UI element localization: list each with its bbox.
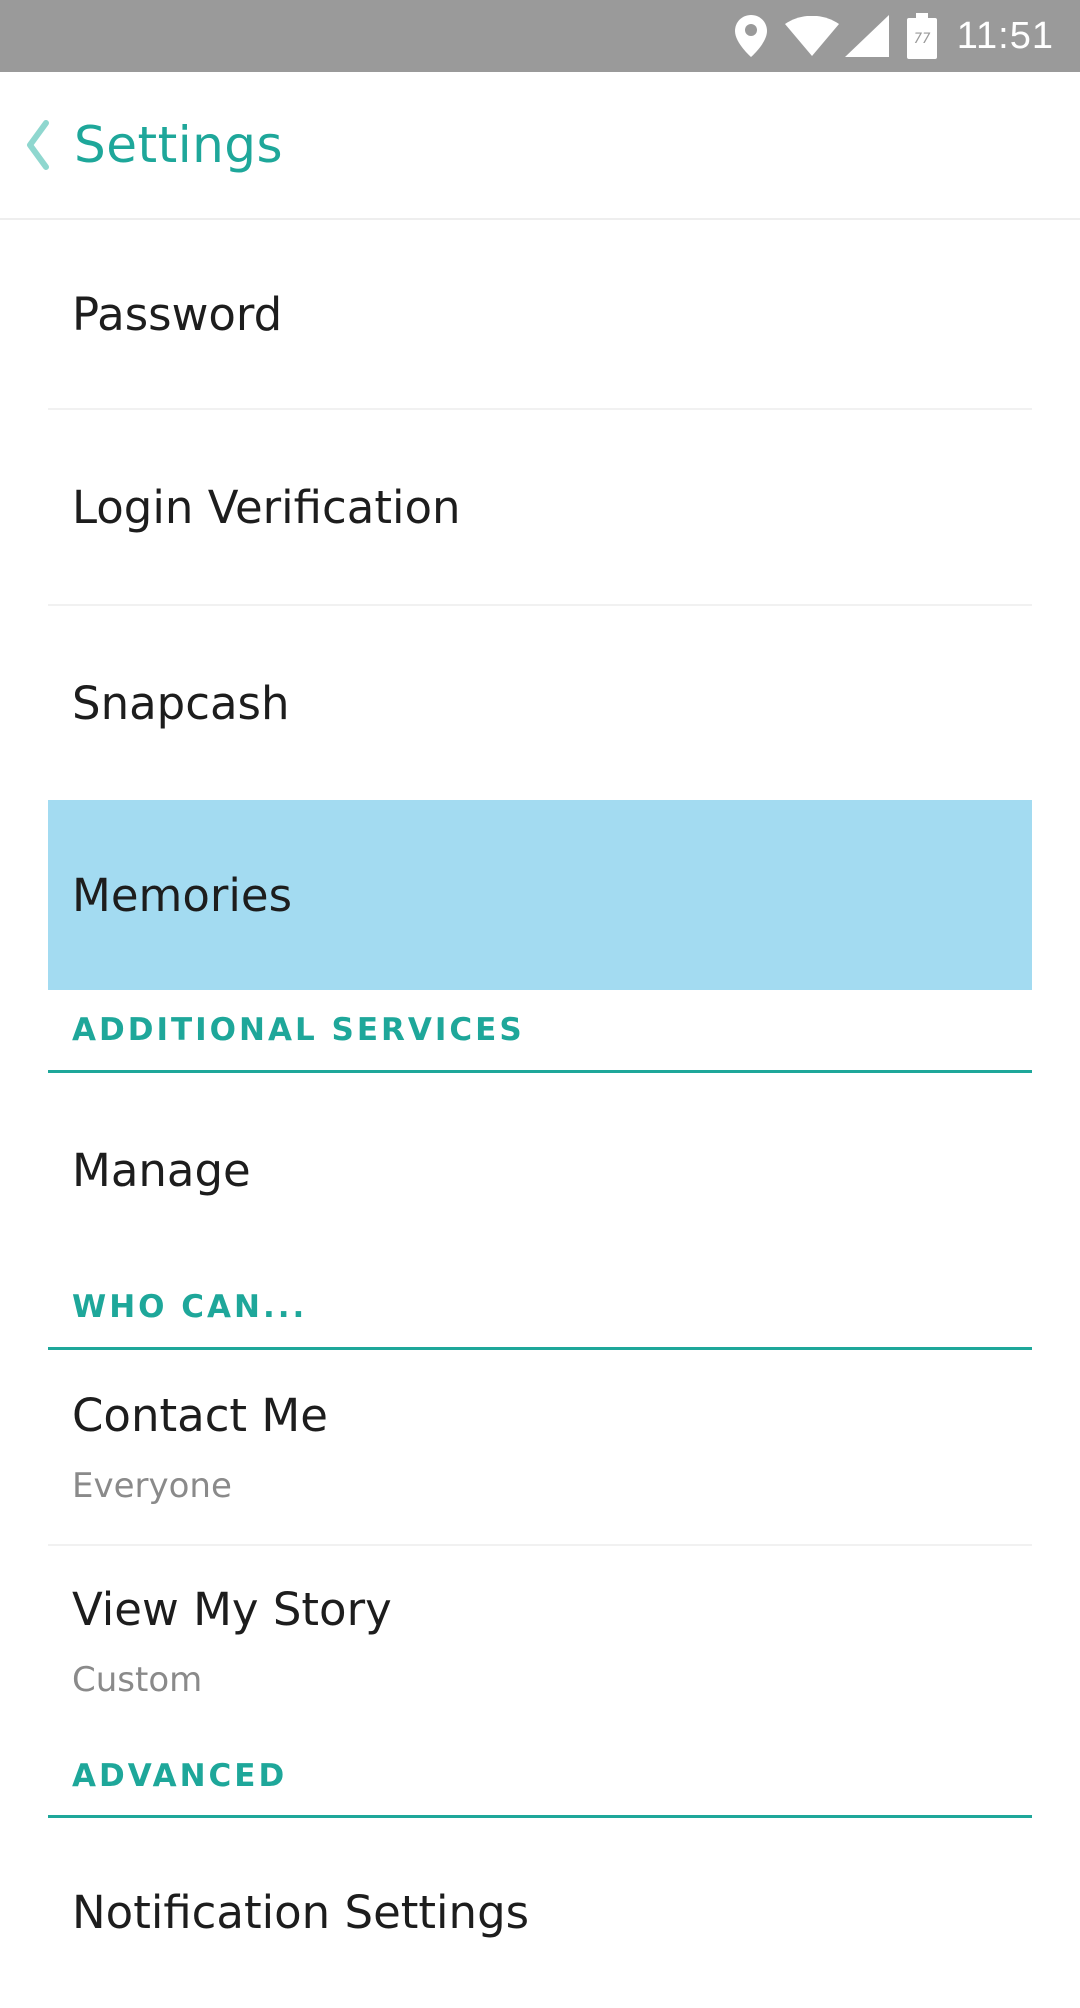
settings-item-label: Contact Me	[72, 1388, 328, 1442]
section-label: ADDITIONAL SERVICES	[72, 1012, 525, 1048]
settings-item-notification-settings[interactable]: Notification Settings	[48, 1818, 1032, 2008]
back-button[interactable]: Settings	[0, 72, 283, 218]
section-header-additional-services: ADDITIONAL SERVICES	[48, 990, 1032, 1073]
location-icon	[734, 15, 767, 57]
signal-icon	[844, 15, 889, 57]
page-title: Settings	[74, 116, 284, 174]
settings-item-label: Password	[72, 287, 283, 341]
section-label: ADVANCED	[72, 1757, 288, 1794]
section-header-advanced: ADVANCED	[48, 1736, 1032, 1818]
settings-item-label: Memories	[72, 868, 293, 922]
settings-item-password[interactable]: Password	[48, 220, 1032, 410]
battery-icon: 77	[906, 13, 937, 59]
settings-item-value: Custom	[72, 1659, 203, 1700]
settings-item-value: Everyone	[72, 1465, 232, 1506]
app-header: Settings	[0, 72, 1080, 220]
settings-item-snapcash[interactable]: Snapcash	[48, 606, 1032, 800]
status-time: 11:51	[956, 14, 1054, 57]
section-header-who-can: WHO CAN...	[48, 1267, 1032, 1350]
settings-item-label: View My Story	[72, 1582, 392, 1636]
settings-item-manage[interactable]: Manage	[48, 1073, 1032, 1267]
settings-item-contact-me[interactable]: Contact Me Everyone	[48, 1350, 1032, 1546]
chevron-left-icon	[27, 120, 49, 170]
wifi-icon	[784, 16, 839, 56]
settings-item-memories[interactable]: Memories	[48, 800, 1032, 990]
status-bar: 77 11:51	[0, 0, 1080, 72]
settings-item-label: Notification Settings	[72, 1886, 530, 1939]
section-label: WHO CAN...	[72, 1289, 308, 1325]
settings-list: Password Login Verification Snapcash Mem…	[0, 220, 1080, 2008]
settings-item-view-my-story[interactable]: View My Story Custom	[48, 1546, 1032, 1736]
settings-item-label: Manage	[72, 1143, 251, 1197]
svg-text:77: 77	[913, 31, 930, 47]
settings-item-label: Snapcash	[72, 676, 290, 730]
settings-item-login-verification[interactable]: Login Verification	[48, 410, 1032, 606]
settings-item-label: Login Verification	[72, 480, 461, 534]
